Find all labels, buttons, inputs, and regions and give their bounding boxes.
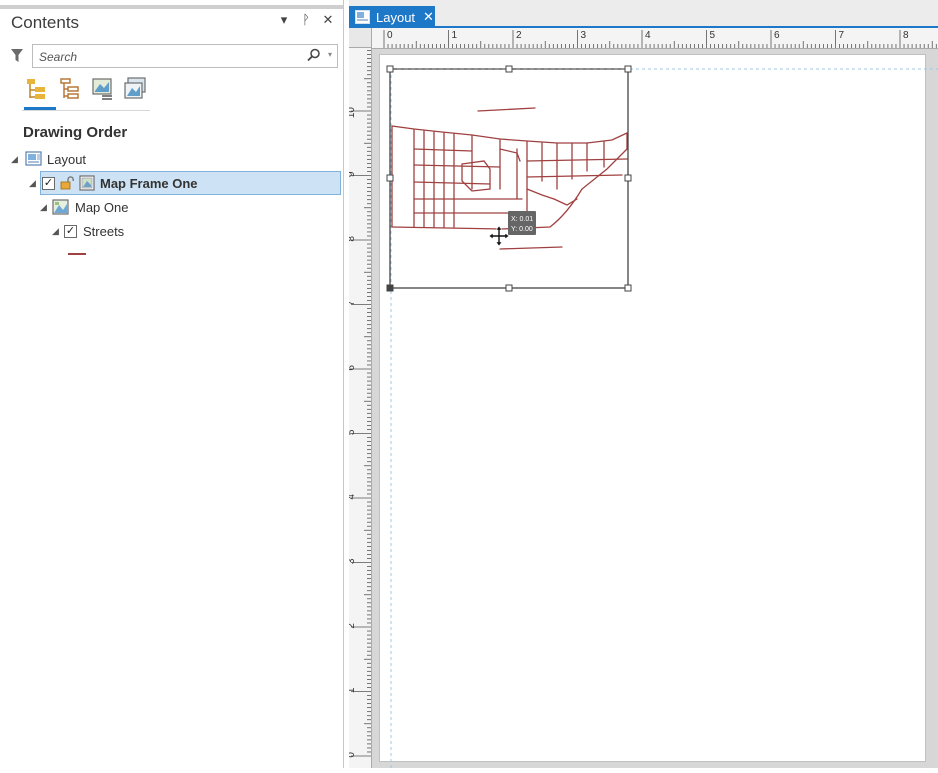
ruler-label: 7 [349, 300, 357, 306]
ruler-label: 9 [349, 171, 357, 177]
ruler-label: 6 [349, 365, 357, 371]
close-icon[interactable]: ✕ [321, 12, 335, 28]
layout-icon [355, 10, 370, 24]
filter-icon[interactable] [10, 48, 24, 64]
map-frame-border[interactable] [389, 68, 629, 289]
ruler-label: 1 [452, 30, 458, 41]
visibility-checkbox[interactable]: ✓ [42, 176, 55, 190]
pane-title: Contents [11, 13, 80, 32]
ruler-label: 1 [349, 687, 357, 693]
ruler-label: 7 [839, 30, 845, 41]
ruler-label: 2 [516, 30, 522, 41]
ruler-label: 4 [349, 494, 357, 500]
tree-item-map-frame[interactable]: ◢ ✓ Map Frame One [29, 171, 341, 195]
collapse-triangle-icon[interactable]: ◢ [52, 226, 64, 237]
drawing-order-icon [27, 79, 45, 99]
map-icon [52, 199, 69, 215]
tree-item-label: Streets [83, 223, 125, 239]
ruler-label: 2 [349, 623, 357, 629]
close-tab-icon[interactable]: ✕ [423, 9, 434, 25]
tree-item-label: Map Frame One [100, 175, 198, 191]
ruler-label: 5 [710, 30, 716, 41]
vertical-ruler[interactable]: 109876543210 [346, 48, 372, 768]
ruler-label: 10 [349, 107, 357, 119]
vertical-ruler-ticks: 109876543210 [346, 50, 371, 758]
list-by-selection-tab[interactable] [90, 76, 116, 104]
selection-list-icon [92, 78, 112, 100]
tooltip-x: X: 0.01 [511, 216, 533, 223]
search-box[interactable]: ▾ [32, 44, 338, 68]
pane-controls: ▾ ᚹ ✕ [277, 12, 335, 28]
tree-item-map[interactable]: ◢ Map One [40, 196, 128, 218]
ruler-label: 4 [645, 30, 651, 41]
tree-item-label: Layout [47, 151, 87, 167]
ruler-label: 8 [349, 236, 357, 242]
horizontal-ruler-ticks: 0 1 2 3 4 5 6 7 8 [383, 30, 937, 48]
coordinate-tooltip: X: 0.01 Y: 0.00 [508, 211, 536, 235]
lock-icon[interactable] [60, 176, 76, 190]
view-tabs [22, 76, 150, 111]
layers-list-icon [124, 77, 146, 99]
section-title: Drawing Order [23, 124, 128, 141]
layout-view-tab[interactable]: Layout ✕ [349, 6, 435, 28]
collapse-triangle-icon[interactable]: ◢ [11, 154, 23, 165]
pane-options-icon[interactable]: ▾ [277, 12, 291, 28]
ruler-corner [349, 28, 372, 48]
tooltip-y: Y: 0.00 [511, 226, 533, 233]
pane-drag-bar[interactable] [0, 5, 343, 9]
layout-icon [25, 151, 42, 166]
list-by-drawing-order-tab[interactable] [24, 76, 56, 110]
search-icon[interactable] [307, 48, 321, 62]
search-options-caret-icon[interactable]: ▾ [328, 50, 332, 59]
collapse-triangle-icon[interactable]: ◢ [40, 202, 52, 213]
ruler-label: 5 [349, 429, 357, 435]
tree-item-streets-layer[interactable]: ◢ ✓ Streets [52, 220, 124, 242]
collapse-triangle-icon[interactable]: ◢ [29, 178, 41, 189]
visibility-checkbox[interactable]: ✓ [64, 224, 77, 238]
ruler-label: 3 [581, 30, 587, 41]
horizontal-ruler[interactable]: 0 1 2 3 4 5 6 7 8 [372, 28, 938, 49]
tab-label: Layout [376, 9, 416, 25]
ruler-label: 0 [349, 752, 357, 758]
ruler-label: 0 [387, 30, 393, 41]
view-tab-strip: Layout ✕ [349, 0, 938, 28]
street-symbol-swatch[interactable] [68, 253, 86, 255]
contents-pane: Contents ▾ ᚹ ✕ ▾ [0, 0, 344, 768]
map-frame-graphic[interactable]: X: 0.01 Y: 0.00 [372, 49, 938, 768]
layout-view: Layout ✕ 012345678 109876543210 [346, 0, 938, 768]
list-by-source-tab[interactable] [58, 76, 84, 104]
ruler-label: 8 [903, 30, 909, 41]
search-input[interactable] [37, 48, 291, 66]
ruler-label: 6 [774, 30, 780, 41]
list-by-snapping-tab[interactable] [122, 76, 148, 104]
layout-canvas[interactable]: X: 0.01 Y: 0.00 [372, 49, 938, 768]
tree-item-layout[interactable]: ◢ Layout [11, 148, 86, 170]
tree-item-label: Map One [75, 199, 129, 215]
map-frame-icon [79, 175, 95, 191]
source-list-icon [60, 78, 79, 99]
pin-icon[interactable]: ᚹ [299, 12, 313, 28]
ruler-label: 3 [349, 558, 357, 564]
